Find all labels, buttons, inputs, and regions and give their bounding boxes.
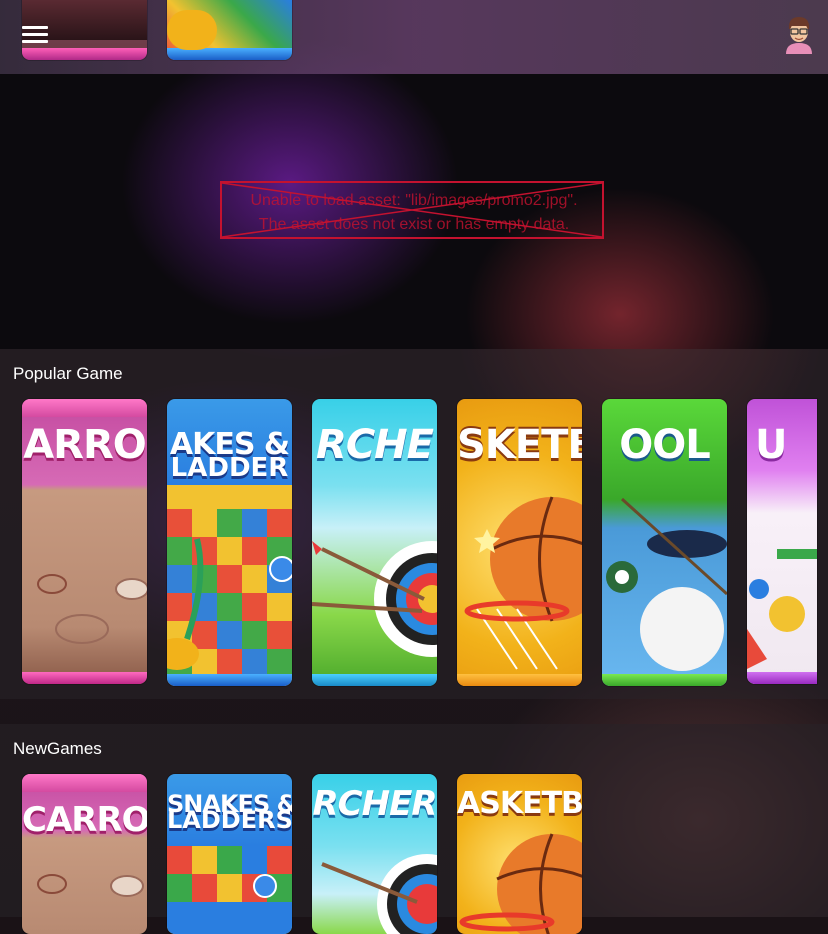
game-card-archery[interactable]: RCHE	[312, 399, 437, 686]
new-game-card-basketball[interactable]: ASKETBA	[457, 774, 582, 934]
game-card-ludo[interactable]: U	[747, 399, 817, 684]
popular-games-title: Popular Game	[13, 364, 123, 383]
new-game-card-carrom[interactable]: CARROM	[22, 774, 147, 934]
hamburger-menu-icon[interactable]	[22, 26, 48, 44]
asset-error-message: Unable to load asset: "lib/images/promo2…	[222, 189, 606, 237]
game-card-title: SKETB	[457, 422, 582, 468]
game-card-title: U	[755, 422, 787, 468]
game-card-title: RCHE	[316, 422, 434, 468]
game-card-basketball[interactable]: SKETB	[457, 399, 582, 686]
popular-games-section: Popular Game ARRO AKES & LADDER RCHE SKE…	[0, 349, 828, 699]
header-game-card-snakes[interactable]	[167, 0, 292, 60]
top-bar	[0, 0, 828, 74]
game-card-title: CARROM	[22, 800, 147, 840]
game-card-pool[interactable]: OOL	[602, 399, 727, 686]
game-card-subtitle: LADDER	[170, 453, 289, 483]
asset-error-line-2: The asset does not exist or has empty da…	[258, 216, 570, 233]
game-card-title: ASKETBA	[457, 786, 582, 821]
asset-error-box: Unable to load asset: "lib/images/promo2…	[220, 181, 604, 239]
promo-banner[interactable]: Unable to load asset: "lib/images/promo2…	[0, 74, 828, 349]
user-avatar-icon[interactable]	[782, 14, 816, 54]
new-game-card-archery[interactable]: RCHER	[312, 774, 437, 934]
new-game-card-snakes-ladders[interactable]: SNAKES & LADDERS	[167, 774, 292, 934]
game-card-subtitle: LADDERS	[167, 806, 292, 834]
new-games-title: NewGames	[13, 739, 102, 758]
game-card-title: ARRO	[23, 422, 147, 468]
game-card-title: OOL	[619, 422, 711, 468]
game-card-title: RCHER	[312, 784, 438, 824]
asset-error-line-1: Unable to load asset: "lib/images/promo2…	[250, 192, 578, 209]
game-card-snakes-ladders[interactable]: AKES & LADDER	[167, 399, 292, 686]
new-games-section: NewGames CARROM SNAKES & LADDERS RCHER	[0, 724, 828, 934]
game-card-carrom[interactable]: ARRO	[22, 399, 147, 684]
